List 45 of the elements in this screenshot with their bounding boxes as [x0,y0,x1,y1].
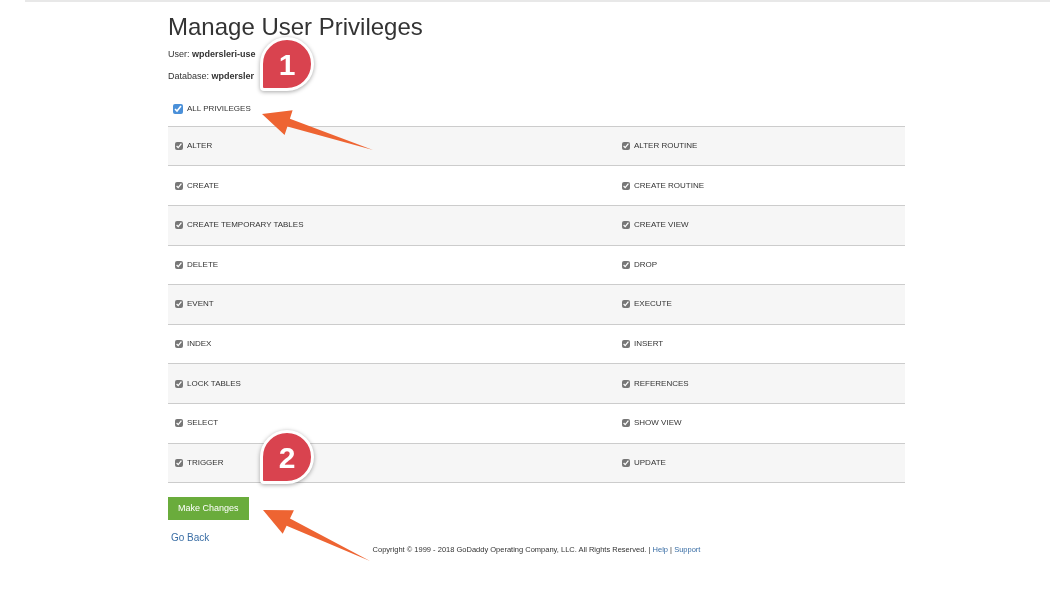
checkbox-label: DELETE [187,258,219,271]
privilege-checkbox[interactable] [622,458,630,467]
go-back-link[interactable]: Go Back [171,530,210,546]
privilege-checkbox[interactable] [175,221,183,230]
database-label: Database: [168,71,210,82]
privilege-checkbox[interactable] [175,260,183,269]
privilege-checkbox[interactable] [175,419,183,428]
checkbox-label: CREATE [187,179,219,192]
privilege-checkbox[interactable] [622,300,630,309]
privilege-checkbox[interactable] [622,181,630,190]
privilege-checkbox[interactable] [622,260,630,269]
checkbox-label: CREATE ROUTINE [634,179,705,192]
checkbox-label: CREATE VIEW [634,219,689,232]
checkbox-label: INSERT [634,338,664,351]
checkbox-label: ALL PRIVILEGES [187,102,251,115]
privilege-checkbox[interactable] [175,379,183,388]
checkbox-label: DROP [634,258,658,271]
checkbox-label: REFERENCES [634,377,689,390]
all-privileges-checkbox[interactable] [173,103,183,114]
user-name: wpdersleri-use [192,48,256,59]
privilege-checkbox[interactable] [622,419,630,428]
checkbox-label: EXECUTE [634,298,672,311]
privilege-checkbox[interactable] [175,300,183,309]
privilege-checkbox[interactable] [175,458,183,467]
checkbox-label: INDEX [187,338,212,351]
checkbox-label: UPDATE [634,456,666,469]
privilege-checkbox[interactable] [622,221,630,230]
privilege-checkbox[interactable] [622,379,630,388]
checkbox-label: LOCK TABLES [187,377,241,390]
privilege-checkbox[interactable] [175,340,183,349]
database-name: wpdersler [211,71,255,82]
checkbox-label: EVENT [187,298,214,311]
privilege-checkbox[interactable] [175,142,183,151]
privilege-checkbox[interactable] [175,181,183,190]
checkbox-label: TRIGGER [187,456,224,469]
step-marker: 1 [260,37,314,91]
privilege-checkbox[interactable] [622,142,630,151]
checkbox-label: ALTER [187,140,213,153]
step-marker: 2 [260,430,314,484]
checkbox-label: ALTER ROUTINE [634,140,698,153]
checkbox-label: SHOW VIEW [634,417,682,430]
privilege-checkbox[interactable] [622,340,630,349]
checkbox-label: SELECT [187,417,219,430]
checkbox-label: CREATE TEMPORARY TABLES [187,219,304,232]
user-label: User: [168,48,190,59]
